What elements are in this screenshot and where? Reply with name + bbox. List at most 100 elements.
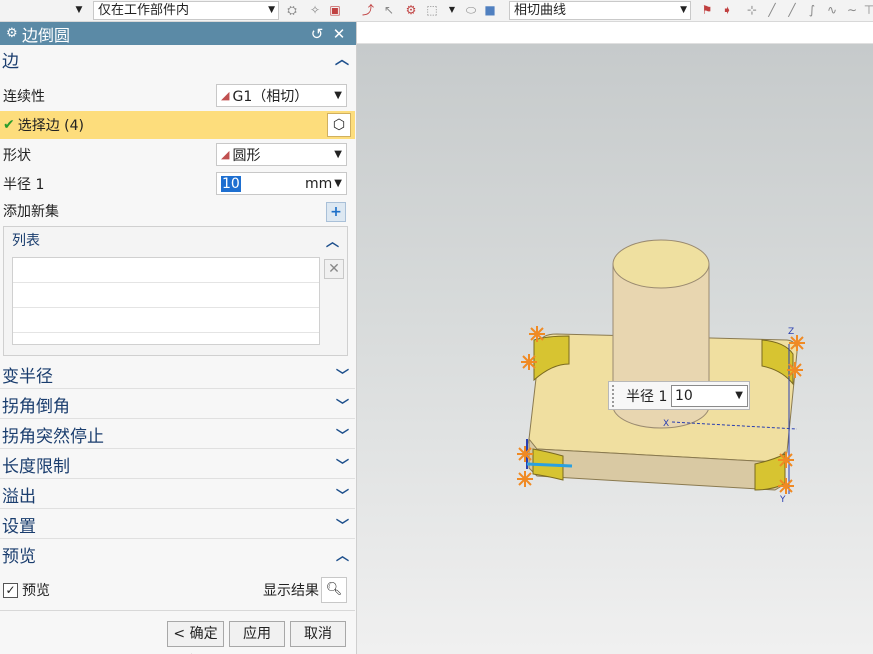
chevron-up-icon[interactable]: ︿ xyxy=(326,231,339,250)
section-label: 设置 xyxy=(2,516,36,537)
shape-value: 圆形 xyxy=(232,147,261,164)
list-item[interactable] xyxy=(13,258,319,283)
graphics-window[interactable]: Z X Y xyxy=(357,44,873,654)
feature-icon[interactable]: ⚙ xyxy=(404,3,418,17)
edge-section-title: 边 xyxy=(2,51,19,72)
radius-value[interactable]: 10 xyxy=(221,175,241,192)
chevron-down-icon: ▼ xyxy=(334,149,342,160)
ok-button[interactable]: < 确定 > xyxy=(167,621,224,654)
edge-section-header[interactable]: 边 ︿ xyxy=(0,45,355,73)
add-new-set-row: 添加新集 xyxy=(0,197,355,225)
curve-rule-value: 相切曲线 xyxy=(514,3,567,18)
continuity-value: G1（相切） xyxy=(232,88,309,105)
continuity-label: 连续性 xyxy=(3,89,45,105)
dropdown-arrow-icon[interactable]: ▼ xyxy=(72,3,86,17)
chevron-down-icon[interactable]: ﹀ xyxy=(336,515,349,534)
chevron-up-icon[interactable]: ︿ xyxy=(336,545,349,564)
solid-icon[interactable]: ■ xyxy=(483,3,497,17)
chevron-down-icon[interactable]: ﹀ xyxy=(336,395,349,414)
y-axis-label: Y xyxy=(779,495,786,505)
list-panel: 列表 ︿ ✕ xyxy=(3,226,348,356)
section-corner-setback[interactable]: 拐角倒角 ﹀ xyxy=(0,390,355,419)
z-axis-label: Z xyxy=(788,327,794,337)
spline-icon[interactable]: ∿ xyxy=(825,3,839,17)
list-item[interactable] xyxy=(13,283,319,308)
top-toolbar: ▼ 仅在工作部件内 ▼ ⛭ ✧ ▣ ⤴ ↖ ⚙ ⬚ ▼ ⬭ ■ 相切曲线 ▼ ⚑… xyxy=(0,0,873,22)
radius-input[interactable]: 10 mm ▼ xyxy=(216,172,347,195)
more-icon[interactable]: ⊤ xyxy=(862,3,873,17)
section-preview[interactable]: 预览 ︿ xyxy=(0,540,355,569)
remove-icon[interactable]: ✕ xyxy=(324,259,344,279)
cube-icon[interactable]: ⬡ xyxy=(327,113,351,137)
model-view: Z X Y xyxy=(517,239,805,505)
radius-unit: mm xyxy=(305,175,333,192)
list-table[interactable] xyxy=(12,257,320,345)
show-result-label: 显示结果 xyxy=(263,583,319,599)
direction-arrow xyxy=(526,462,573,468)
section-stop-short[interactable]: 拐角突然停止 ﹀ xyxy=(0,420,355,449)
drag-grip-icon[interactable] xyxy=(612,384,620,407)
selection-scope-dropdown[interactable]: 仅在工作部件内 ▼ xyxy=(93,1,279,20)
continuity-icon: ◢ xyxy=(221,89,230,102)
graphics-header xyxy=(357,22,873,44)
section-label: 长度限制 xyxy=(2,456,70,477)
dialog-title: 边倒圆 xyxy=(22,25,71,45)
settings-icon[interactable]: ⚑ xyxy=(700,3,714,17)
chevron-up-icon[interactable]: ︿ xyxy=(335,49,349,69)
curve-rule-dropdown[interactable]: 相切曲线 ▼ xyxy=(509,1,691,20)
add-new-set-button[interactable]: + xyxy=(326,202,346,222)
wave-icon[interactable]: ∼ xyxy=(845,3,859,17)
magnifier-icon[interactable]: 🔍︎ xyxy=(321,577,347,603)
apply-button[interactable]: 应用 xyxy=(229,621,285,647)
check-icon: ✔ xyxy=(3,117,15,133)
select-edge-row[interactable]: ✔ 选择边 (4) ⬡ xyxy=(0,111,355,139)
line-icon[interactable]: ╱ xyxy=(765,3,779,17)
pick-icon[interactable]: ↖ xyxy=(382,3,396,17)
radius-popup-label: 半径 1 xyxy=(626,388,668,405)
cancel-button[interactable]: 取消 xyxy=(290,621,346,647)
dialog-titlebar: ⚙ 边倒圆 ↺ ✕ xyxy=(0,22,356,45)
close-icon[interactable]: ✕ xyxy=(328,25,350,43)
select-edge-label: 选择边 (4) xyxy=(17,118,85,134)
section-label: 溢出 xyxy=(2,486,36,507)
radius-popup-value[interactable]: 10 xyxy=(675,388,693,404)
pointer-icon[interactable]: ⤴ xyxy=(361,3,375,17)
chevron-down-icon[interactable]: ﹀ xyxy=(336,425,349,444)
preview-checkbox-label[interactable]: 预览 xyxy=(22,580,50,600)
section-overflow[interactable]: 溢出 ﹀ xyxy=(0,480,355,509)
continuity-dropdown[interactable]: ◢ G1（相切） ▼ xyxy=(216,84,347,107)
chevron-down-icon[interactable]: ▼ xyxy=(445,3,459,17)
cylinder-top[interactable] xyxy=(612,239,710,289)
filter-icon[interactable]: ⛭ xyxy=(285,3,299,17)
chevron-down-icon[interactable]: ▼ xyxy=(334,178,342,189)
point-icon[interactable]: ⊹ xyxy=(745,3,759,17)
gear-icon[interactable]: ⚙ xyxy=(6,26,22,41)
list-title: 列表 xyxy=(12,233,40,249)
select-box-icon[interactable]: ▣ xyxy=(328,3,342,17)
chevron-down-icon[interactable]: ﹀ xyxy=(336,485,349,504)
chevron-down-icon: ▼ xyxy=(334,90,342,101)
body-icon[interactable]: ⬭ xyxy=(464,3,478,17)
section-variable-radius[interactable]: 变半径 ﹀ xyxy=(0,360,355,389)
arrow-icon[interactable]: ➧ xyxy=(720,3,734,17)
chevron-down-icon: ▼ xyxy=(268,5,275,15)
shape-label: 形状 xyxy=(3,148,31,164)
radius-popup-input[interactable]: 10 ▼ xyxy=(671,385,748,407)
line-icon[interactable]: ╱ xyxy=(785,3,799,17)
section-settings[interactable]: 设置 ﹀ xyxy=(0,510,355,539)
section-label: 拐角倒角 xyxy=(2,396,70,417)
reset-icon[interactable]: ↺ xyxy=(306,25,328,43)
preview-checkbox[interactable]: ✓ xyxy=(3,582,18,598)
snap-icon[interactable]: ✧ xyxy=(308,3,322,17)
rectangle-select-icon[interactable]: ⬚ xyxy=(425,3,439,17)
chevron-down-icon[interactable]: ▼ xyxy=(735,386,743,406)
x-axis-label: X xyxy=(663,419,669,429)
section-length-limit[interactable]: 长度限制 ﹀ xyxy=(0,450,355,479)
chevron-down-icon[interactable]: ﹀ xyxy=(336,365,349,384)
curve-icon[interactable]: ∫ xyxy=(805,3,819,17)
chevron-down-icon[interactable]: ﹀ xyxy=(336,455,349,474)
selection-scope-value: 仅在工作部件内 xyxy=(98,3,190,18)
list-item[interactable] xyxy=(13,308,319,333)
shape-dropdown[interactable]: ◢ 圆形 ▼ xyxy=(216,143,347,166)
section-label: 预览 xyxy=(2,547,36,567)
